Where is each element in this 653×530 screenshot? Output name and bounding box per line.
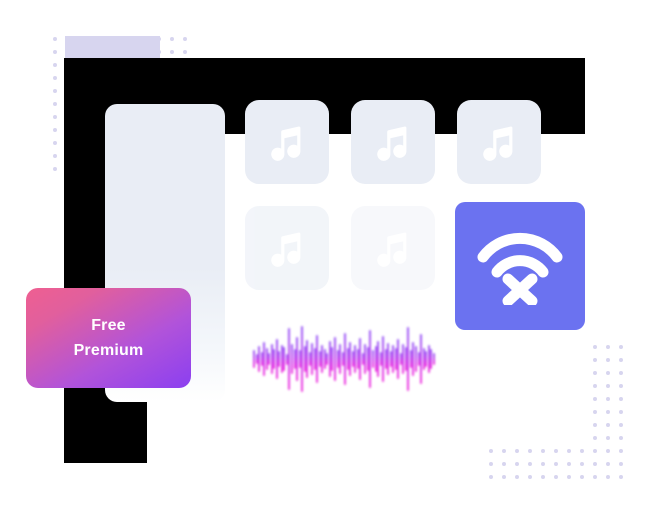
music-tile[interactable] [245, 100, 329, 184]
waveform-bar [432, 353, 435, 365]
waveform-bar [371, 350, 374, 368]
music-note-icon [266, 227, 308, 269]
waveform-bar [420, 334, 423, 384]
waveform-bar [415, 346, 417, 372]
wifi-off-icon [477, 227, 563, 305]
waveform-bar [334, 337, 336, 381]
wifi-off-badge[interactable] [455, 202, 585, 330]
music-note-icon [478, 121, 520, 163]
free-premium-badge[interactable]: Free Premium [26, 288, 191, 388]
waveform-bar [268, 353, 271, 365]
waveform-bar [296, 337, 299, 381]
waveform-bar [301, 326, 304, 392]
dot-grid-bottom-right [489, 345, 632, 488]
waveform-bar [290, 344, 293, 374]
badge-label-premium: Premium [73, 341, 144, 359]
waveform-bar [397, 339, 400, 379]
waveform-bar [382, 336, 385, 382]
music-note-icon [266, 121, 308, 163]
audio-waveform [253, 326, 435, 392]
waveform-bar [316, 335, 319, 383]
waveform-bar [425, 351, 428, 367]
waveform-bar [430, 349, 433, 369]
waveform-bar [377, 341, 380, 377]
music-note-icon [372, 227, 414, 269]
music-tile[interactable] [457, 100, 541, 184]
music-tile[interactable] [351, 206, 435, 290]
waveform-bar [311, 343, 314, 375]
waveform-bar [273, 349, 276, 369]
music-tile[interactable] [351, 100, 435, 184]
illustration-canvas: Free Premium [0, 0, 653, 530]
waveform-bar [392, 345, 395, 373]
waveform-bar [344, 333, 347, 385]
waveform-bar [306, 340, 309, 378]
music-note-icon [372, 121, 414, 163]
waveform-bar [339, 344, 342, 374]
waveform-bar [349, 342, 352, 376]
music-tile[interactable] [245, 206, 329, 290]
badge-label-free: Free [91, 316, 126, 334]
waveform-bar [258, 346, 261, 372]
waveform-bar [387, 343, 390, 375]
waveform-bar [263, 342, 266, 376]
waveform-bar [354, 345, 357, 373]
waveform-bar [253, 350, 255, 368]
